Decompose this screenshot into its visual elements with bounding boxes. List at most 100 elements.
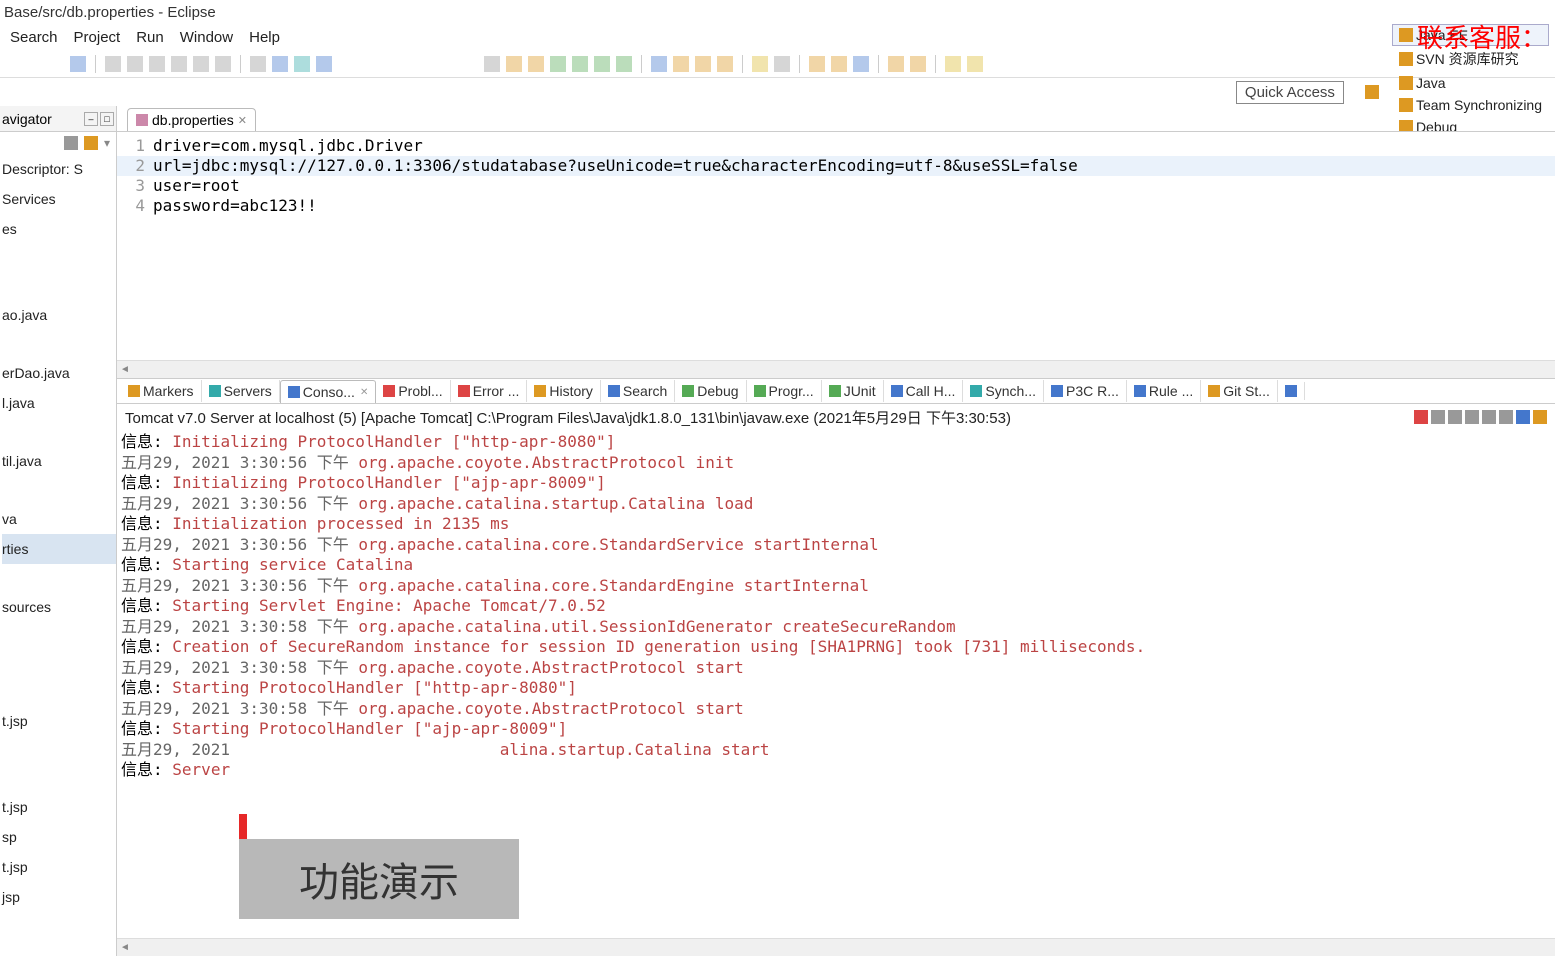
code-line[interactable]: 2url=jdbc:mysql://127.0.0.1:3306/studata… [117, 156, 1555, 176]
view-tab-conso[interactable]: Conso...✕ [280, 380, 377, 404]
toolbar-icon[interactable] [853, 56, 869, 72]
view-tab-p3cr[interactable]: P3C R... [1044, 380, 1127, 402]
scroll-left-icon[interactable]: ◄ [117, 942, 133, 953]
toolbar-icon[interactable] [717, 56, 733, 72]
clear-icon[interactable] [1465, 410, 1479, 424]
minimize-icon[interactable]: – [84, 112, 98, 126]
quick-access-input[interactable]: Quick Access [1236, 81, 1344, 104]
nav-item[interactable] [2, 622, 116, 650]
toolbar-icon[interactable] [70, 56, 86, 72]
nav-item[interactable] [2, 564, 116, 592]
display-icon[interactable] [1516, 410, 1530, 424]
toolbar-icon[interactable] [484, 56, 500, 72]
nav-item[interactable]: Descriptor: S [2, 154, 116, 184]
editor-tab-dbproperties[interactable]: db.properties ✕ [127, 108, 256, 131]
view-tab-synch[interactable]: Synch... [963, 380, 1044, 402]
navigator-tree[interactable]: Descriptor: S Serviceses ao.java erDao.jav… [0, 154, 116, 956]
nav-item[interactable] [2, 764, 116, 792]
pin-icon[interactable] [1499, 410, 1513, 424]
menu-run[interactable]: Run [136, 29, 164, 46]
menu-help[interactable]: Help [249, 29, 280, 46]
forward-icon[interactable] [967, 56, 983, 72]
remove-icon[interactable] [1431, 410, 1445, 424]
code-line[interactable]: 3user=root [117, 176, 1555, 196]
open-perspective-button[interactable] [1358, 82, 1386, 102]
open-console-icon[interactable] [1533, 410, 1547, 424]
console-scrollbar[interactable]: ◄ [117, 938, 1555, 956]
run-icon[interactable] [572, 56, 588, 72]
toolbar-icon[interactable] [105, 56, 121, 72]
toolbar-icon[interactable] [250, 56, 266, 72]
nav-item[interactable]: es [2, 214, 116, 244]
nav-item[interactable]: til.java [2, 446, 116, 476]
toolbar-icon[interactable] [809, 56, 825, 72]
nav-item[interactable] [2, 678, 116, 706]
coverage-icon[interactable] [594, 56, 610, 72]
view-tab-servers[interactable]: Servers [202, 380, 280, 402]
view-tab-gitst[interactable]: Git St... [1201, 380, 1278, 402]
view-tab-progr[interactable]: Progr... [747, 380, 822, 402]
debug-icon[interactable] [550, 56, 566, 72]
close-icon[interactable]: ✕ [360, 387, 368, 398]
toolbar-icon[interactable] [673, 56, 689, 72]
toolbar-icon[interactable] [910, 56, 926, 72]
terminate-icon[interactable] [1414, 410, 1428, 424]
nav-item[interactable]: sp [2, 822, 116, 852]
toolbar-icon[interactable] [506, 56, 522, 72]
nav-item[interactable]: ao.java [2, 300, 116, 330]
toolbar-icon[interactable] [528, 56, 544, 72]
view-tab-debug[interactable]: Debug [675, 380, 746, 402]
nav-item[interactable]: t.jsp [2, 792, 116, 822]
nav-item[interactable]: sources [2, 592, 116, 622]
code-line[interactable]: 4password=abc123!! [117, 196, 1555, 216]
toolbar-icon[interactable] [774, 56, 790, 72]
toolbar-icon[interactable] [193, 56, 209, 72]
view-tab-more[interactable] [1278, 382, 1305, 400]
nav-item[interactable]: t.jsp [2, 706, 116, 736]
maximize-icon[interactable]: □ [100, 112, 114, 126]
collapse-icon[interactable] [64, 136, 78, 150]
view-tab-callh[interactable]: Call H... [884, 380, 964, 402]
menu-icon[interactable]: ▾ [104, 136, 110, 150]
view-tab-search[interactable]: Search [601, 380, 675, 402]
perspective-java[interactable]: Java [1392, 72, 1549, 94]
view-tab-markers[interactable]: Markers [121, 380, 202, 402]
menu-window[interactable]: Window [180, 29, 233, 46]
close-icon[interactable]: ✕ [238, 114, 247, 127]
toolbar-icon[interactable] [294, 56, 310, 72]
toolbar-icon[interactable] [127, 56, 143, 72]
remove-all-icon[interactable] [1448, 410, 1462, 424]
toolbar-icon[interactable] [752, 56, 768, 72]
back-icon[interactable] [945, 56, 961, 72]
nav-item[interactable] [2, 650, 116, 678]
view-tab-probl[interactable]: Probl... [376, 380, 450, 402]
nav-item[interactable] [2, 272, 116, 300]
nav-item[interactable] [2, 736, 116, 764]
editor-scrollbar[interactable]: ◄ [117, 360, 1555, 378]
nav-item[interactable]: jsp [2, 882, 116, 912]
menu-search[interactable]: Search [10, 29, 58, 46]
toolbar-icon[interactable] [171, 56, 187, 72]
code-line[interactable]: 1driver=com.mysql.jdbc.Driver [117, 136, 1555, 156]
nav-item[interactable] [2, 330, 116, 358]
toolbar-icon[interactable] [651, 56, 667, 72]
nav-item[interactable] [2, 418, 116, 446]
nav-item[interactable]: va [2, 504, 116, 534]
toolbar-icon[interactable] [215, 56, 231, 72]
nav-item[interactable]: t.jsp [2, 852, 116, 882]
toolbar-icon[interactable] [831, 56, 847, 72]
toolbar-icon[interactable] [316, 56, 332, 72]
nav-item[interactable] [2, 476, 116, 504]
view-tab-error[interactable]: Error ... [451, 380, 528, 402]
view-tab-junit[interactable]: JUnit [822, 380, 884, 402]
view-tab-history[interactable]: History [527, 380, 601, 402]
nav-item[interactable] [2, 244, 116, 272]
link-icon[interactable] [84, 136, 98, 150]
nav-item[interactable]: erDao.java [2, 358, 116, 388]
menu-project[interactable]: Project [74, 29, 121, 46]
toolbar-icon[interactable] [149, 56, 165, 72]
nav-item[interactable]: Services [2, 184, 116, 214]
nav-item[interactable]: rties [2, 534, 116, 564]
nav-item[interactable]: l.java [2, 388, 116, 418]
scroll-lock-icon[interactable] [1482, 410, 1496, 424]
